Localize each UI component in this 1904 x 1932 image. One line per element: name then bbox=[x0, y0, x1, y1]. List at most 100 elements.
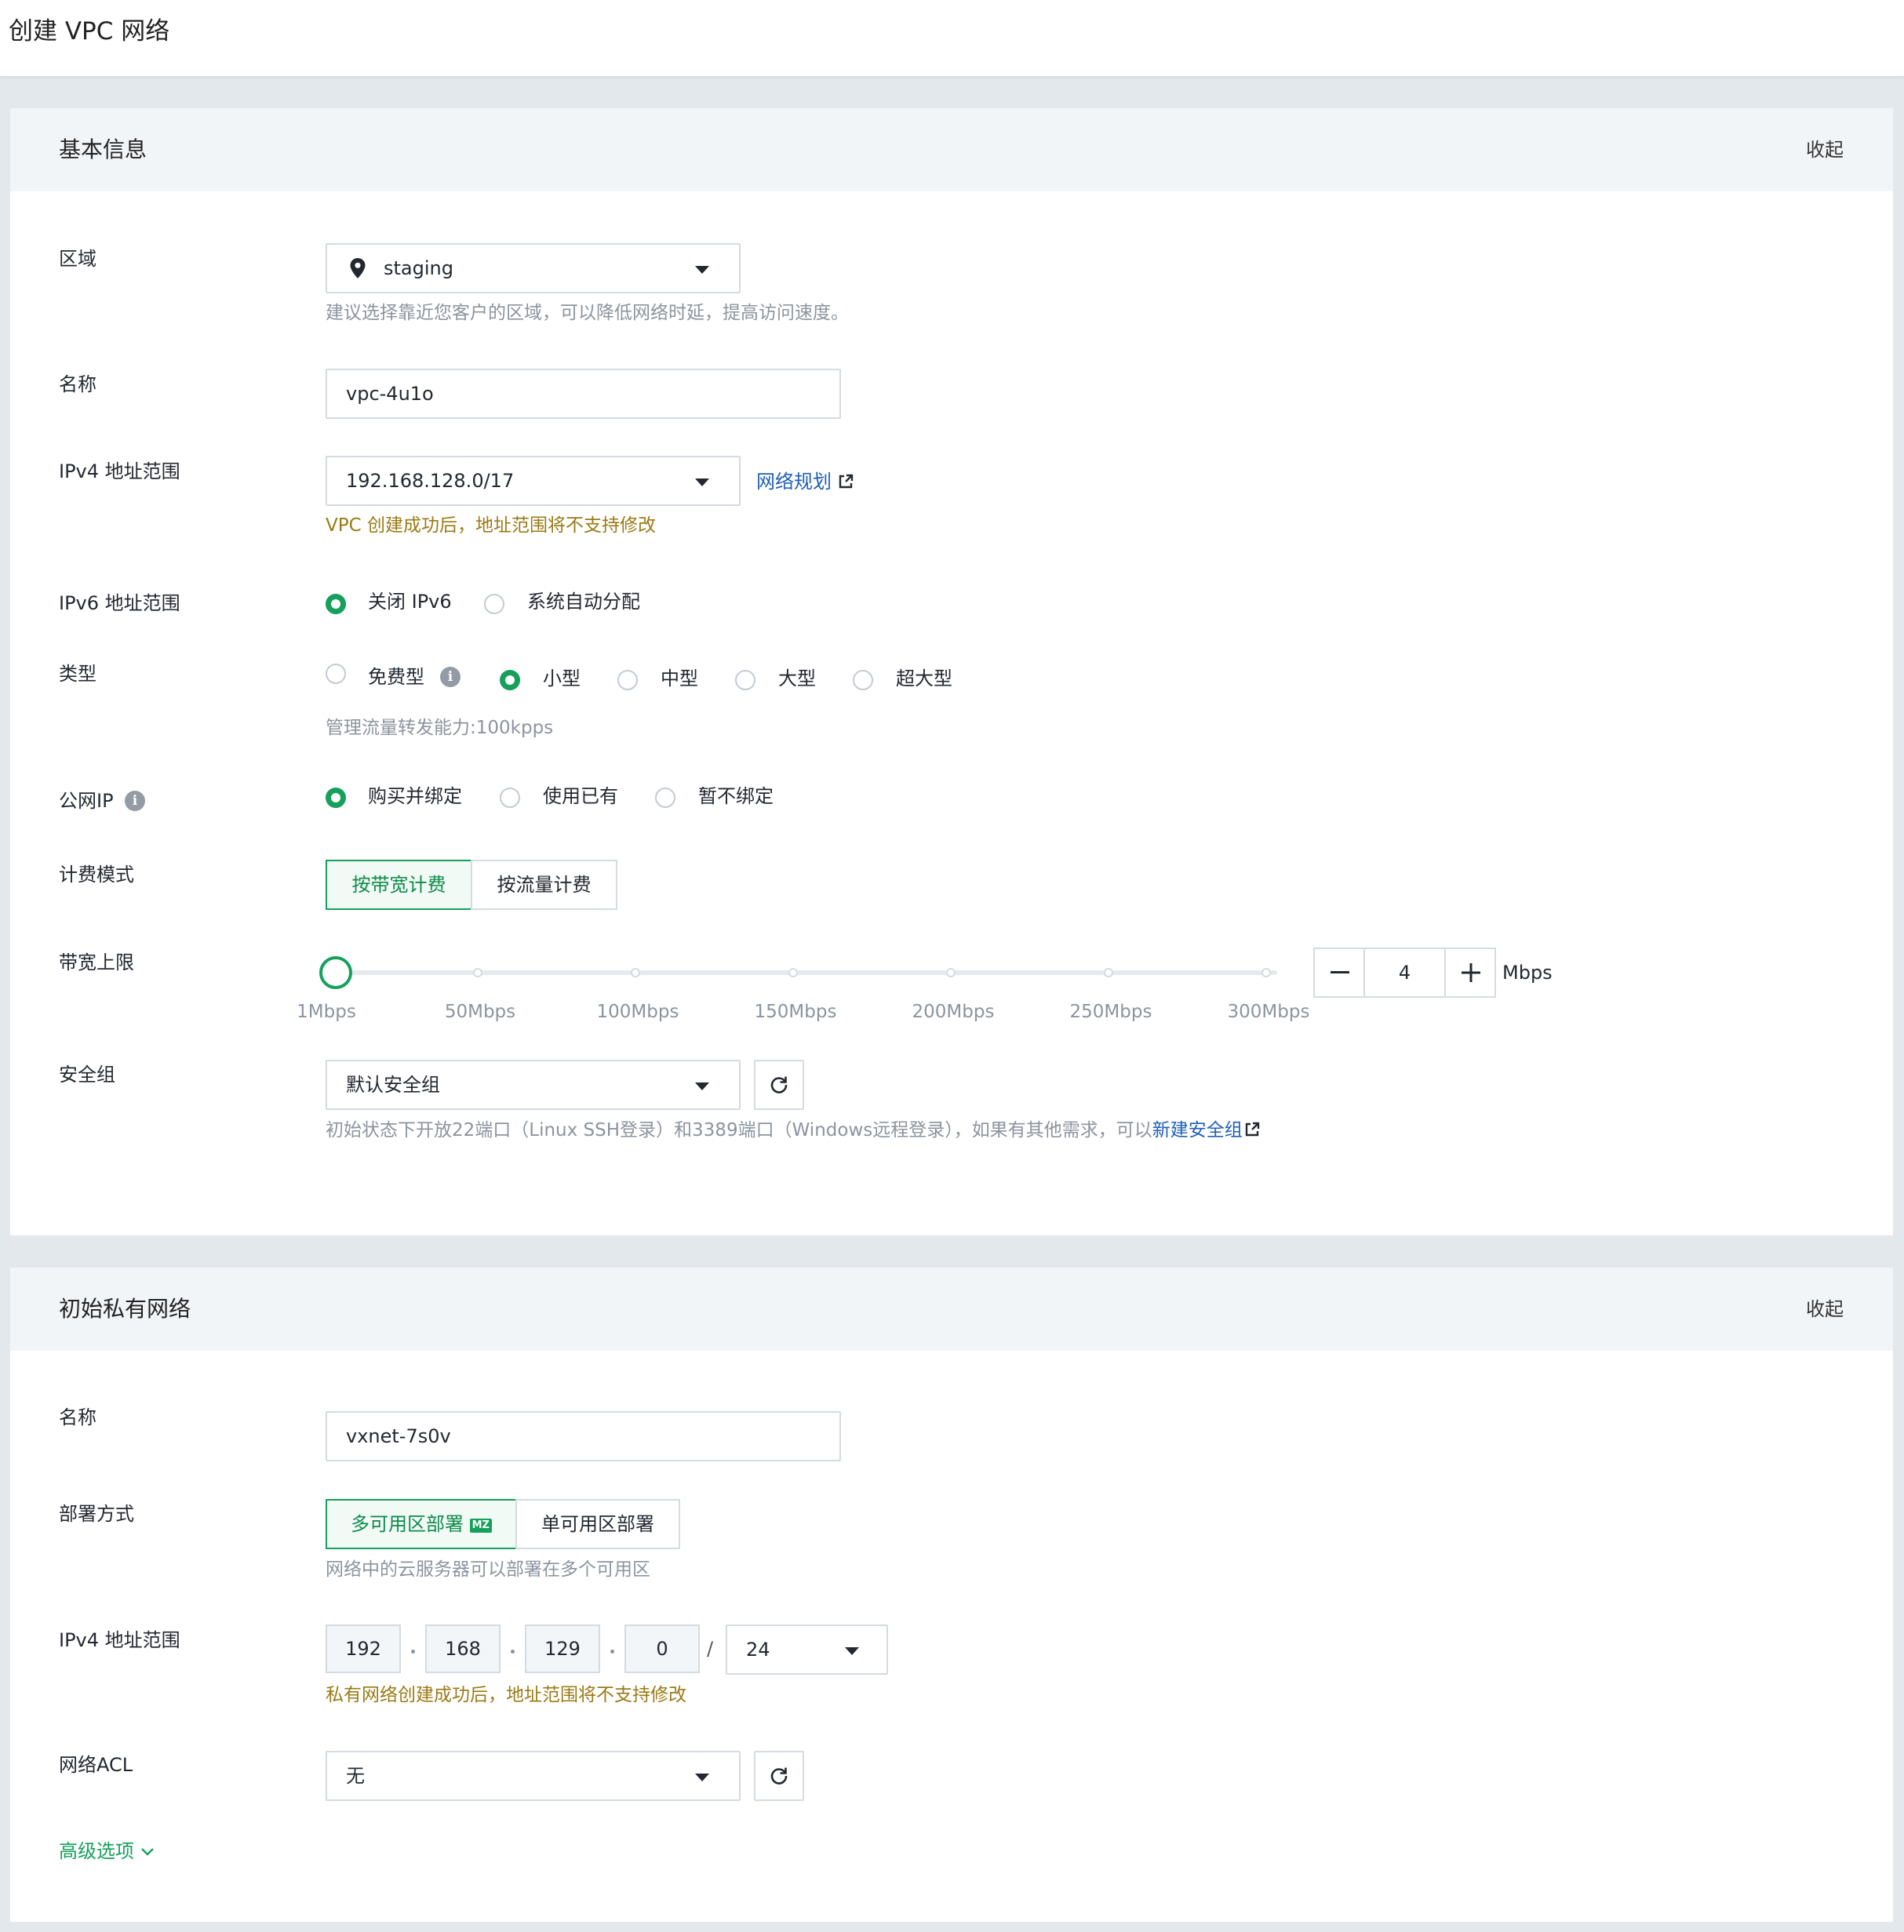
info-icon[interactable]: i bbox=[125, 791, 145, 811]
type-medium-label[interactable]: 中型 bbox=[661, 665, 698, 692]
refresh-icon bbox=[770, 1767, 788, 1785]
region-label: 区域 bbox=[59, 248, 96, 270]
mz-badge: MZ bbox=[469, 1519, 492, 1533]
slider-tick[interactable] bbox=[1104, 968, 1113, 977]
deploy-single-az-option[interactable]: 单可用区部署 bbox=[515, 1499, 680, 1549]
slider-tick[interactable] bbox=[473, 968, 482, 977]
basic-info-header: 基本信息 收起 bbox=[10, 108, 1893, 191]
security-group-select[interactable]: 默认安全组 bbox=[326, 1060, 741, 1110]
type-free-radio[interactable] bbox=[326, 664, 346, 684]
slider-tick[interactable] bbox=[946, 968, 956, 977]
ip-dot-separator bbox=[610, 1650, 614, 1654]
collapse-button[interactable]: 收起 bbox=[1806, 1295, 1844, 1323]
cidr-slash: / bbox=[707, 1638, 714, 1660]
basic-info-card: 基本信息 收起 区域 staging 建议选择靠近您客户的区域，可以降低网络时延… bbox=[10, 108, 1893, 1235]
ipv4-label: IPv4 地址范围 bbox=[59, 460, 180, 482]
public-ip-label: 公网IP bbox=[59, 790, 114, 812]
ip-octet-input[interactable]: 168 bbox=[425, 1625, 501, 1673]
public-ip-existing-radio[interactable] bbox=[500, 788, 520, 808]
ipv6-off-label[interactable]: 关闭 IPv6 bbox=[368, 588, 452, 615]
ip-dot-separator bbox=[411, 1650, 415, 1654]
billing-traffic-option[interactable]: 按流量计费 bbox=[471, 860, 617, 910]
chevron-down-icon bbox=[695, 478, 709, 486]
public-ip-none-radio[interactable] bbox=[655, 788, 675, 808]
region-select[interactable]: staging bbox=[326, 243, 741, 293]
acl-label: 网络ACL bbox=[59, 1754, 133, 1776]
type-hint: 管理流量转发能力:100kpps bbox=[326, 718, 554, 738]
bandwidth-slider-track[interactable] bbox=[326, 970, 1277, 975]
cidr-prefix-value: 24 bbox=[746, 1639, 770, 1661]
ip-dot-separator bbox=[511, 1650, 515, 1654]
type-xlarge-radio[interactable] bbox=[853, 670, 873, 690]
minus-icon bbox=[1331, 971, 1349, 973]
acl-select[interactable]: 无 bbox=[326, 1751, 741, 1801]
type-small-label[interactable]: 小型 bbox=[543, 665, 581, 692]
refresh-icon bbox=[770, 1076, 788, 1093]
new-security-group-link[interactable]: 新建安全组 bbox=[1152, 1120, 1243, 1141]
vxnet-ipv4-warning: 私有网络创建成功后，地址范围将不支持修改 bbox=[326, 1685, 686, 1705]
chevron-down-icon bbox=[695, 1082, 709, 1090]
vxnet-name-value: vxnet-7s0v bbox=[346, 1425, 451, 1447]
slider-tick[interactable] bbox=[788, 968, 798, 977]
ipv6-off-radio[interactable] bbox=[326, 594, 346, 614]
security-group-value: 默认安全组 bbox=[346, 1074, 440, 1096]
deploy-multi-az-label: 多可用区部署 bbox=[350, 1513, 464, 1535]
network-plan-link[interactable]: 网络规划 bbox=[756, 468, 854, 495]
public-ip-buy-label[interactable]: 购买并绑定 bbox=[368, 783, 462, 810]
ipv6-auto-label[interactable]: 系统自动分配 bbox=[527, 588, 640, 615]
chevron-down-icon bbox=[140, 1848, 154, 1856]
external-link-icon bbox=[839, 474, 853, 489]
decrement-button[interactable] bbox=[1315, 949, 1365, 996]
ip-octet-input[interactable]: 129 bbox=[525, 1625, 600, 1673]
info-icon[interactable]: i bbox=[440, 667, 461, 687]
slider-tick[interactable] bbox=[1261, 968, 1271, 977]
type-label: 类型 bbox=[59, 663, 96, 685]
ip-octet-input[interactable]: 0 bbox=[624, 1625, 700, 1673]
vpc-name-input[interactable]: vpc-4u1o bbox=[326, 369, 841, 419]
refresh-button[interactable] bbox=[754, 1060, 804, 1110]
slider-tick-label: 150Mbps bbox=[754, 1002, 837, 1022]
ipv6-label: IPv6 地址范围 bbox=[59, 592, 180, 614]
type-xlarge-label[interactable]: 超大型 bbox=[896, 665, 952, 692]
ip-octet-input[interactable]: 192 bbox=[326, 1625, 401, 1673]
chevron-down-icon bbox=[695, 266, 709, 274]
refresh-button[interactable] bbox=[754, 1751, 804, 1801]
public-ip-existing-label[interactable]: 使用已有 bbox=[543, 783, 618, 810]
type-free-label[interactable]: 免费型 bbox=[368, 664, 424, 690]
chevron-down-icon bbox=[695, 1774, 709, 1781]
type-large-label[interactable]: 大型 bbox=[778, 665, 816, 692]
public-ip-none-label[interactable]: 暂不绑定 bbox=[698, 783, 774, 810]
advanced-options-toggle[interactable]: 高级选项 bbox=[59, 1838, 155, 1865]
slider-tick[interactable] bbox=[631, 968, 640, 977]
security-group-hint: 初始状态下开放22端口（Linux SSH登录）和3389端口（Windows远… bbox=[326, 1118, 1260, 1143]
vxnet-name-input[interactable]: vxnet-7s0v bbox=[326, 1411, 841, 1461]
bandwidth-value-input[interactable]: 4 bbox=[1365, 959, 1444, 986]
ipv6-auto-radio[interactable] bbox=[484, 594, 504, 614]
bandwidth-label: 带宽上限 bbox=[59, 951, 134, 973]
billing-label: 计费模式 bbox=[59, 864, 134, 886]
type-large-radio[interactable] bbox=[735, 670, 755, 690]
bandwidth-unit: Mbps bbox=[1502, 962, 1553, 984]
network-plan-link-label: 网络规划 bbox=[756, 471, 832, 493]
type-small-radio[interactable] bbox=[500, 670, 520, 690]
ipv4-range-select[interactable]: 192.168.128.0/17 bbox=[326, 456, 741, 506]
location-pin-icon bbox=[350, 258, 366, 278]
vxnet-card: 初始私有网络 收起 名称 vxnet-7s0v 部署方式 多可用区部署 MZ 单… bbox=[10, 1268, 1893, 1922]
slider-tick-label: 100Mbps bbox=[596, 1002, 679, 1022]
billing-bandwidth-option[interactable]: 按带宽计费 bbox=[326, 860, 472, 910]
deploy-multi-az-option[interactable]: 多可用区部署 MZ bbox=[326, 1499, 517, 1549]
collapse-button[interactable]: 收起 bbox=[1806, 136, 1844, 164]
public-ip-buy-radio[interactable] bbox=[326, 788, 346, 808]
section-title: 初始私有网络 bbox=[59, 1296, 191, 1322]
chevron-down-icon bbox=[845, 1647, 859, 1655]
increment-button[interactable] bbox=[1444, 949, 1494, 996]
bandwidth-slider-handle[interactable] bbox=[319, 956, 353, 989]
type-medium-radio[interactable] bbox=[617, 670, 638, 690]
external-link-icon[interactable] bbox=[1244, 1122, 1260, 1137]
cidr-prefix-select[interactable]: 24 bbox=[726, 1625, 888, 1675]
security-group-hint-text: 初始状态下开放22端口（Linux SSH登录）和3389端口（Windows远… bbox=[326, 1120, 1152, 1141]
top-bar: 创建 VPC 网络 bbox=[0, 0, 1904, 76]
vxnet-ipv4-label: IPv4 地址范围 bbox=[59, 1629, 180, 1651]
region-hint: 建议选择靠近您客户的区域，可以降低网络时延，提高访问速度。 bbox=[326, 303, 849, 323]
slider-tick-label: 200Mbps bbox=[912, 1002, 995, 1022]
